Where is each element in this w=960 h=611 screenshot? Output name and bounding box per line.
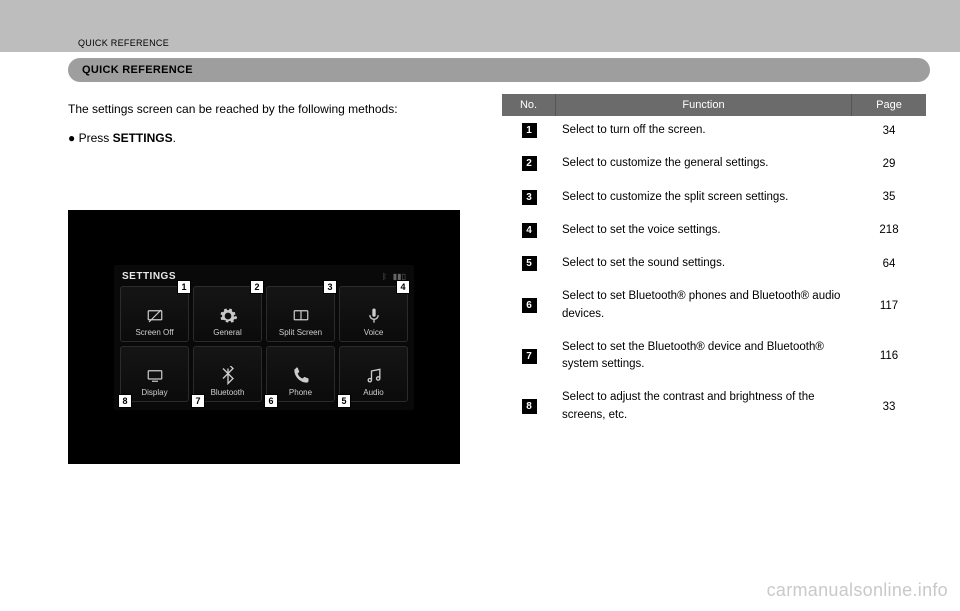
row-no: 8 bbox=[502, 399, 556, 414]
infotainment-header: SETTINGS ᛒ ▮▮▯ bbox=[120, 269, 408, 286]
callout-numbox: 5 bbox=[522, 256, 537, 271]
table-row: 6 Select to set Bluetooth® phones and Bl… bbox=[502, 282, 926, 333]
chapter-heading-bar: QUICK REFERENCE bbox=[68, 58, 930, 82]
row-no: 2 bbox=[502, 156, 556, 171]
callout-tag: 4 bbox=[396, 280, 410, 294]
row-page: 117 bbox=[852, 300, 926, 312]
callout-numbox: 3 bbox=[522, 190, 537, 205]
row-page: 35 bbox=[852, 191, 926, 203]
tile-screen-off[interactable]: 1 Screen Off bbox=[120, 286, 189, 342]
tile-general[interactable]: 2 General bbox=[193, 286, 262, 342]
running-head: QUICK REFERENCE bbox=[78, 38, 169, 48]
col-page-header: Page bbox=[852, 94, 926, 116]
row-no: 5 bbox=[502, 256, 556, 271]
tile-label: General bbox=[213, 328, 241, 337]
intro-line1: The settings screen can be reached by th… bbox=[68, 100, 460, 119]
chapter-heading-text: QUICK REFERENCE bbox=[82, 64, 193, 76]
row-no: 6 bbox=[502, 298, 556, 313]
row-function: Select to customize the general settings… bbox=[556, 155, 852, 172]
tile-label: Voice bbox=[364, 328, 384, 337]
table-row: 4 Select to set the voice settings. 218 bbox=[502, 216, 926, 249]
mic-icon bbox=[363, 306, 385, 326]
tile-label: Audio bbox=[363, 388, 383, 397]
row-page: 34 bbox=[852, 125, 926, 137]
row-function: Select to set the sound settings. bbox=[556, 255, 852, 272]
callout-tag: 7 bbox=[191, 394, 205, 408]
row-function: Select to set the voice settings. bbox=[556, 222, 852, 239]
callout-numbox: 4 bbox=[522, 223, 537, 238]
bluetooth-icon bbox=[217, 366, 239, 386]
settings-screenshot-frame: SETTINGS ᛒ ▮▮▯ 1 Screen Off 2 bbox=[68, 210, 460, 464]
table-row: 7 Select to set the Bluetooth® device an… bbox=[502, 333, 926, 384]
bluetooth-status-icon: ᛒ bbox=[382, 272, 387, 281]
callout-tag: 5 bbox=[337, 394, 351, 408]
tile-voice[interactable]: 4 Voice bbox=[339, 286, 408, 342]
col-no-header: No. bbox=[502, 94, 556, 116]
row-function: Select to adjust the contrast and bright… bbox=[556, 389, 852, 424]
table-header-row: No. Function Page bbox=[502, 94, 926, 116]
tile-split-screen[interactable]: 3 Split Screen bbox=[266, 286, 335, 342]
table-body: 1 Select to turn off the screen. 34 2 Se… bbox=[502, 116, 926, 434]
callout-numbox: 2 bbox=[522, 156, 537, 171]
row-no: 1 bbox=[502, 123, 556, 138]
row-page: 33 bbox=[852, 401, 926, 413]
table-row: 2 Select to customize the general settin… bbox=[502, 149, 926, 182]
manual-page: QUICK REFERENCE QUICK REFERENCE The sett… bbox=[0, 0, 960, 611]
tile-label: Screen Off bbox=[135, 328, 173, 337]
display-icon bbox=[144, 366, 166, 386]
settings-screen-title: SETTINGS bbox=[122, 271, 176, 282]
tile-bluetooth[interactable]: Bluetooth 7 bbox=[193, 346, 262, 402]
intro-bullet-prefix: ● Press bbox=[68, 131, 113, 145]
callout-tag: 1 bbox=[177, 280, 191, 294]
tile-label: Bluetooth bbox=[211, 388, 245, 397]
intro-bullet: ● Press SETTINGS. bbox=[68, 129, 460, 148]
tile-phone[interactable]: Phone 6 bbox=[266, 346, 335, 402]
callout-tag: 6 bbox=[264, 394, 278, 408]
function-reference-table: No. Function Page 1 Select to turn off t… bbox=[502, 94, 926, 434]
row-function: Select to set Bluetooth® phones and Blue… bbox=[556, 288, 852, 323]
tile-audio[interactable]: Audio 5 bbox=[339, 346, 408, 402]
row-no: 4 bbox=[502, 223, 556, 238]
phone-icon bbox=[290, 366, 312, 386]
screen-off-icon bbox=[144, 306, 166, 326]
intro-settings-key: SETTINGS bbox=[113, 131, 173, 145]
infotainment-settings-screen: SETTINGS ᛒ ▮▮▯ 1 Screen Off 2 bbox=[114, 265, 414, 410]
settings-tile-grid: 1 Screen Off 2 General 3 bbox=[120, 286, 408, 402]
split-icon bbox=[290, 306, 312, 326]
table-row: 8 Select to adjust the contrast and brig… bbox=[502, 383, 926, 434]
intro-paragraph: The settings screen can be reached by th… bbox=[68, 100, 460, 148]
callout-tag: 3 bbox=[323, 280, 337, 294]
music-icon bbox=[363, 366, 385, 386]
callout-numbox: 8 bbox=[522, 399, 537, 414]
row-function: Select to customize the split screen set… bbox=[556, 189, 852, 206]
row-page: 64 bbox=[852, 258, 926, 270]
row-page: 116 bbox=[852, 350, 926, 362]
gear-icon bbox=[217, 306, 239, 326]
tile-label: Split Screen bbox=[279, 328, 322, 337]
callout-tag: 8 bbox=[118, 394, 132, 408]
row-function: Select to set the Bluetooth® device and … bbox=[556, 339, 852, 374]
intro-bullet-suffix: . bbox=[173, 131, 176, 145]
callout-numbox: 7 bbox=[522, 349, 537, 364]
tile-display[interactable]: Display 8 bbox=[120, 346, 189, 402]
row-page: 218 bbox=[852, 224, 926, 236]
callout-numbox: 1 bbox=[522, 123, 537, 138]
table-row: 1 Select to turn off the screen. 34 bbox=[502, 116, 926, 149]
watermark-text: carmanualsonline.info bbox=[767, 580, 948, 601]
col-function-header: Function bbox=[556, 94, 852, 116]
table-row: 3 Select to customize the split screen s… bbox=[502, 183, 926, 216]
tile-label: Display bbox=[141, 388, 167, 397]
table-row: 5 Select to set the sound settings. 64 bbox=[502, 249, 926, 282]
row-function: Select to turn off the screen. bbox=[556, 122, 852, 139]
callout-numbox: 6 bbox=[522, 298, 537, 313]
tile-label: Phone bbox=[289, 388, 312, 397]
row-no: 3 bbox=[502, 190, 556, 205]
row-no: 7 bbox=[502, 349, 556, 364]
callout-tag: 2 bbox=[250, 280, 264, 294]
row-page: 29 bbox=[852, 158, 926, 170]
